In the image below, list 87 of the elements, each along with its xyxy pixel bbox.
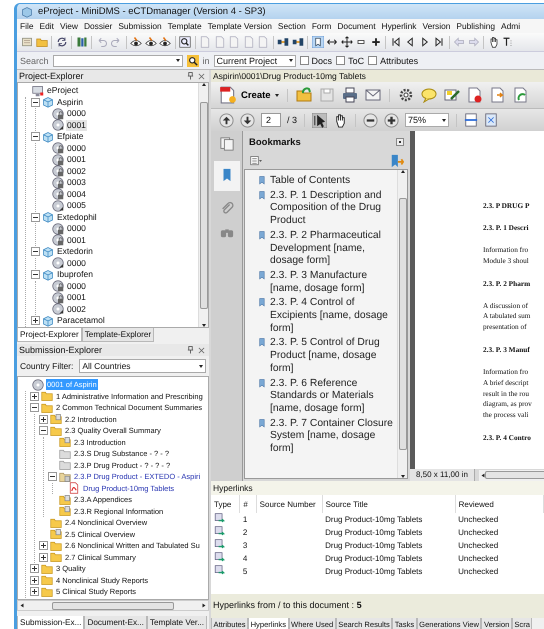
table-cell-text: Unchecked — [457, 553, 500, 565]
bookmark-item[interactable]: 2.3. P. 3 Manufacture [name, dosage form] — [270, 270, 398, 296]
panel-title: Hyperlinks — [211, 481, 544, 495]
country-dropdown[interactable]: All Countries — [79, 359, 206, 373]
tree-item[interactable]: 0002 — [66, 304, 87, 315]
menu-item[interactable]: Form — [312, 21, 332, 31]
tree-item[interactable]: 0001 — [66, 154, 87, 166]
menu-item[interactable]: Section — [278, 21, 306, 31]
table-cell-text: Drug Product-10mg Tablets — [324, 566, 424, 578]
table-cell-text: 4 — [242, 553, 248, 565]
tab[interactable]: Template Ver... — [146, 616, 208, 629]
menu-item[interactable]: Dossier — [84, 21, 112, 31]
tree-item[interactable]: 0000 — [66, 258, 87, 269]
table-cell: 1 — [240, 513, 256, 526]
window-title: eProject - MiniDMS - eCTDmanager (Version 4 - SP3) — [38, 6, 266, 17]
bookmark-item[interactable]: 2.3. P. 1 Description and Composition of the Drug Product — [270, 190, 398, 228]
column-header[interactable]: Reviewed — [455, 495, 544, 513]
tree-item[interactable]: 0000 — [66, 223, 87, 234]
tree-item[interactable]: Extedorin — [56, 246, 94, 258]
tab[interactable]: Project-Explorer — [17, 328, 82, 342]
tree-item[interactable]: 0000 — [66, 142, 87, 154]
bookmark-item[interactable]: 2.3. P. 5 Control of Drug Product [name, dosage form] — [270, 337, 398, 376]
search-label: Search — [20, 56, 49, 66]
column-header[interactable]: Source Number — [256, 495, 322, 513]
menu-item[interactable]: Hyperlink — [382, 21, 416, 31]
table-cell-text: 2 — [242, 527, 248, 539]
page-count: / 3 — [287, 115, 298, 125]
tree-item[interactable]: 0004 — [66, 188, 87, 200]
scope-dropdown[interactable]: Current Project — [214, 54, 296, 66]
create-button[interactable]: Create — [219, 86, 279, 104]
bookmark-item[interactable]: 2.3. P. 4 Control of Excipients [name, dosage form] — [270, 297, 398, 336]
tree-item[interactable]: eProject — [46, 85, 80, 96]
column-header[interactable]: Source Title — [322, 495, 456, 513]
menu-item[interactable]: Template — [168, 21, 202, 31]
bookmark-item[interactable]: 2.3. P. 7 Container Closure System [name, dosage form] — [270, 418, 398, 456]
checkbox-label: ToC — [348, 56, 364, 66]
tree-item[interactable]: 0005 — [66, 200, 87, 212]
tab[interactable]: Template-Explorer — [82, 328, 154, 342]
tree-item[interactable]: Ibuprofen — [56, 269, 94, 280]
document-path: Aspirin\0001\Drug Product-10mg Tablets — [211, 70, 544, 82]
tree-item[interactable]: 0001 — [66, 120, 87, 131]
hyperlink-summary: Hyperlinks from / to this document : 5 — [213, 600, 362, 610]
table-cell-text: 5 — [242, 566, 248, 578]
tree-item[interactable]: 0002 — [66, 166, 87, 177]
table-cell-text: Drug Product-10mg Tablets — [324, 553, 424, 565]
table-cell: Unchecked — [455, 513, 544, 526]
filter-label: Country Filter: — [20, 361, 74, 371]
panel-title: Submission-Explorer — [19, 345, 102, 355]
column-header[interactable]: # — [240, 495, 256, 513]
table-cell-text: 3 — [242, 540, 248, 552]
tree-item[interactable]: Efpiate — [56, 131, 84, 142]
menu-item[interactable]: File — [20, 21, 34, 31]
table-cell-text: Drug Product-10mg Tablets — [324, 527, 424, 539]
tree-item[interactable]: 0001 — [66, 292, 87, 304]
menu-item[interactable]: Version — [422, 21, 450, 31]
tab[interactable]: Submission-Ex... — [17, 616, 84, 629]
bookmark-item[interactable]: 2.3. P. 6 Reference Standards or Materials [name, dosage form] — [270, 378, 398, 416]
bookmark-item[interactable]: 2.3. P. 2 Pharmaceutical Development [name, dosage form] — [270, 230, 398, 268]
tab[interactable]: Document-Ex... — [84, 616, 147, 629]
menu-item[interactable]: Document — [337, 21, 376, 31]
tree-item[interactable]: 0003 — [66, 177, 87, 188]
checkbox-label: Attributes — [380, 56, 418, 66]
panel-title: Bookmarks — [249, 136, 301, 148]
table-cell-text: Unchecked — [457, 540, 500, 552]
zoom-dropdown[interactable]: 75% — [405, 113, 450, 127]
checkbox-label: Docs — [312, 56, 332, 66]
bookmark-item[interactable]: Table of Contents — [270, 175, 398, 188]
page-field[interactable]: 2 — [261, 113, 281, 127]
table-cell: Drug Product-10mg Tablets — [322, 513, 456, 526]
panel-title: Project-Explorer — [19, 71, 84, 81]
tree-item[interactable]: Extedophil — [56, 212, 98, 223]
table-cell-text: Drug Product-10mg Tablets — [324, 540, 424, 552]
menu-item[interactable]: View — [60, 21, 78, 31]
table-cell-text: Unchecked — [457, 566, 500, 578]
tree-item[interactable]: Aspirin — [56, 96, 84, 108]
tree-item[interactable]: 0000 — [66, 108, 87, 120]
scope-label: in — [202, 56, 210, 66]
tree-item[interactable]: 0001 — [66, 234, 87, 246]
menu-item[interactable]: Admi — [501, 21, 520, 31]
table-cell-text: Unchecked — [457, 527, 500, 539]
page-size: 8,50 x 11,00 in — [410, 469, 475, 481]
menu-item[interactable]: Submission — [118, 21, 162, 31]
menu-item[interactable]: Template Version — [208, 21, 272, 31]
tree-item[interactable]: Paracetamol — [56, 315, 106, 326]
menu-item[interactable]: Publishing — [456, 21, 496, 31]
menu-item[interactable]: Edit — [40, 21, 54, 31]
tree-item[interactable]: 0000 — [66, 280, 87, 292]
